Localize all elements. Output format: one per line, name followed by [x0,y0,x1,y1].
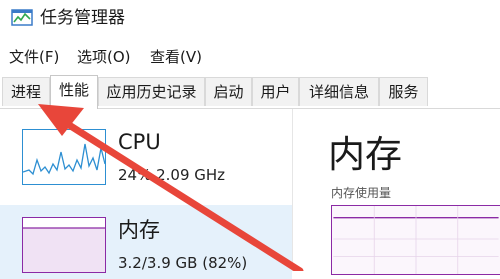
tab-app-history[interactable]: 应用历史记录 [98,77,205,106]
tab-processes-label: 进程 [10,83,41,101]
tab-details[interactable]: 详细信息 [299,77,379,106]
memory-usage: 3.2/3.9 GB (82%) [118,254,248,272]
cpu-sparkline [22,129,106,185]
tab-performance-label: 性能 [58,81,89,99]
tab-services[interactable]: 服务 [379,77,428,106]
resource-list: CPU 24% 2.09 GHz 内存 3.2/3.9 GB (82%) [0,109,293,279]
task-manager-icon [11,9,33,26]
cpu-title: CPU [118,130,161,154]
memory-title: 内存 [118,218,160,242]
window-title: 任务管理器 [40,8,125,28]
tab-services-label: 服务 [388,83,419,101]
tab-app-history-label: 应用历史记录 [106,83,197,101]
tab-startup[interactable]: 启动 [205,77,252,106]
tab-processes[interactable]: 进程 [2,77,50,106]
detail-title: 内存 [328,133,402,176]
tab-users[interactable]: 用户 [252,77,299,106]
menu-options-label: 选项(O) [77,48,131,66]
cpu-item[interactable]: CPU 24% 2.09 GHz [0,117,292,191]
memory-item[interactable]: 内存 3.2/3.9 GB (82%) [0,205,292,279]
menu-view[interactable]: 查看(V) [150,44,202,70]
tab-startup-label: 启动 [213,83,244,101]
tab-performance[interactable]: 性能 [50,75,98,109]
menu-file[interactable]: 文件(F) [9,44,59,70]
tab-details-label: 详细信息 [308,83,369,101]
title-bar: 任务管理器 [0,0,500,38]
menu-view-label: 查看(V) [150,48,202,66]
memory-detail: 内存 内存使用量 [306,109,500,275]
tab-users-label: 用户 [260,83,291,101]
tab-bar: 进程 性能 应用历史记录 启动 用户 详细信息 服务 [0,75,500,109]
memory-usage-label: 内存使用量 [331,186,392,200]
menu-bar: 文件(F) 选项(O) 查看(V) [0,44,500,70]
menu-options[interactable]: 选项(O) [77,44,131,70]
cpu-usage: 24% 2.09 GHz [118,166,226,184]
performance-panel: CPU 24% 2.09 GHz 内存 3.2/3.9 GB (82%) 内存 … [0,109,500,279]
memory-usage-graph [331,205,500,275]
menu-file-label: 文件(F) [9,48,60,66]
memory-sparkline [22,217,106,273]
